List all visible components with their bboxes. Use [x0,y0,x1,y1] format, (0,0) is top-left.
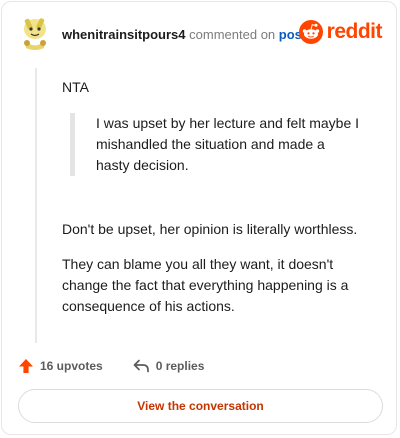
comment-header: whenitrainsitpours4 commented on post re… [2,2,396,66]
paragraph-line: They can blame you all they want, it doe… [62,256,334,272]
upvote-arrow-icon[interactable] [18,358,34,374]
header-byline: whenitrainsitpours4 commented on post [62,27,306,42]
view-conversation-button[interactable]: View the conversation [18,389,383,423]
comment-paragraph: Don't be upset, her opinion is literally… [62,221,358,237]
reply-stat[interactable]: 0 replies [133,359,205,373]
paragraph-line: consequence of his actions. [62,298,235,314]
reply-count: 0 replies [155,359,205,373]
comment-card: whenitrainsitpours4 commented on post re… [1,1,397,435]
quote-line: I was upset by her lecture and felt mayb… [96,115,360,131]
comment-footer: 16 upvotes 0 replies [18,358,204,374]
reply-arrow-icon[interactable] [133,359,150,373]
username-link[interactable]: whenitrainsitpours4 [62,27,186,42]
upvote-count: 16 upvotes [40,359,103,373]
reddit-brand[interactable]: reddit [298,20,383,44]
thread-line [35,68,37,343]
paragraph-line: change the fact that everything happenin… [62,277,349,293]
reddit-logo-icon [298,20,323,44]
quote-line: mishandled the situation and made a [96,136,325,152]
quote-line: hasty decision. [96,157,189,173]
commented-on-label: commented on [189,27,276,42]
upvote-stat[interactable]: 16 upvotes [18,358,103,374]
reddit-wordmark: reddit [326,20,383,43]
user-avatar-icon[interactable] [20,17,50,50]
blockquote: I was upset by her lecture and felt mayb… [70,113,362,176]
comment-paragraph: They can blame you all they want, it doe… [62,254,372,317]
comment-opening: NTA [62,79,89,95]
